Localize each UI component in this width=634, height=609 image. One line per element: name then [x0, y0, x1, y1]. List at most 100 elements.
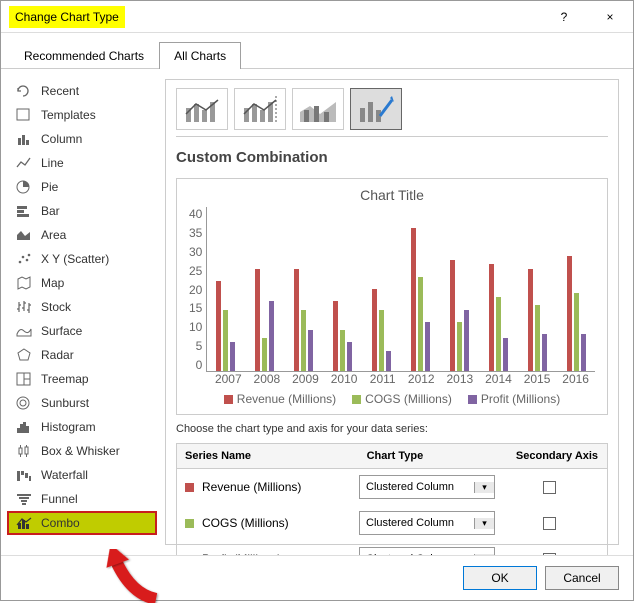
chart-y-axis: 0510152025303540	[189, 207, 206, 372]
chevron-down-icon: ▾	[474, 482, 494, 493]
sidebar-item-column[interactable]: Column	[7, 127, 157, 151]
close-button[interactable]: ×	[587, 1, 633, 33]
subtype-clustered-line-axis[interactable]	[234, 88, 286, 130]
secondary-axis-checkbox-cogs[interactable]	[543, 517, 556, 530]
series-caption: Choose the chart type and axis for your …	[176, 423, 608, 435]
ok-button[interactable]: OK	[463, 566, 537, 590]
sidebar-item-pie[interactable]: Pie	[7, 175, 157, 199]
subtype-row	[176, 88, 608, 137]
stock-icon	[15, 300, 33, 314]
chart-legend: Revenue (Millions)COGS (Millions)Profit …	[189, 392, 595, 406]
line-icon	[15, 156, 33, 170]
sidebar-item-label: Waterfall	[41, 468, 88, 482]
main-panel: Custom Combination Chart Title 051015202…	[165, 79, 619, 545]
sidebar-item-sunburst[interactable]: Sunburst	[7, 391, 157, 415]
sidebar-item-label: X Y (Scatter)	[41, 252, 109, 266]
sidebar-item-boxwhisker[interactable]: Box & Whisker	[7, 439, 157, 463]
header-series-name: Series Name	[177, 444, 359, 468]
chart-type-select-cogs[interactable]: Clustered Column▾	[359, 511, 495, 535]
sidebar-item-templates[interactable]: Templates	[7, 103, 157, 127]
sidebar-item-label: Surface	[41, 324, 82, 338]
sidebar-item-label: Combo	[41, 516, 80, 530]
sidebar-item-label: Map	[41, 276, 64, 290]
titlebar: Change Chart Type ? ×	[1, 1, 633, 33]
sidebar-item-label: Histogram	[41, 420, 96, 434]
header-chart-type: Chart Type	[359, 444, 507, 468]
tab-all-charts[interactable]: All Charts	[159, 42, 241, 69]
sidebar-item-waterfall[interactable]: Waterfall	[7, 463, 157, 487]
templates-icon	[15, 108, 33, 122]
window-title: Change Chart Type	[9, 6, 125, 28]
sidebar-item-treemap[interactable]: Treemap	[7, 367, 157, 391]
funnel-icon	[15, 492, 33, 506]
sidebar-item-label: Treemap	[41, 372, 89, 386]
treemap-icon	[15, 372, 33, 386]
sidebar-item-label: Stock	[41, 300, 71, 314]
sidebar-item-combo[interactable]: Combo	[7, 511, 157, 535]
sidebar-item-area[interactable]: Area	[7, 223, 157, 247]
chart-type-select-revenue[interactable]: Clustered Column▾	[359, 475, 495, 499]
combo-icon	[15, 516, 33, 530]
sidebar-item-map[interactable]: Map	[7, 271, 157, 295]
dialog-footer: OK Cancel	[1, 555, 633, 600]
sidebar-item-label: Sunburst	[41, 396, 89, 410]
series-name: COGS (Millions)	[202, 516, 289, 530]
sidebar-item-label: Column	[41, 132, 82, 146]
help-button[interactable]: ?	[541, 1, 587, 33]
series-swatch-icon	[185, 519, 194, 528]
pie-icon	[15, 180, 33, 194]
sidebar-item-histogram[interactable]: Histogram	[7, 415, 157, 439]
column-icon	[15, 132, 33, 146]
chart-x-axis: 2007200820092010201120122013201420152016	[209, 372, 595, 386]
tab-bar: Recommended Charts All Charts	[1, 33, 633, 69]
chart-plot	[206, 207, 595, 372]
chart-type-sidebar: Recent Templates Column Line Pie Bar Are…	[7, 79, 157, 545]
histogram-icon	[15, 420, 33, 434]
subtype-custom[interactable]	[350, 88, 402, 130]
sidebar-item-label: Area	[41, 228, 66, 242]
sidebar-item-label: Bar	[41, 204, 60, 218]
series-row-revenue: Revenue (Millions) Clustered Column▾	[177, 469, 607, 505]
radar-icon	[15, 348, 33, 362]
series-swatch-icon	[185, 483, 194, 492]
chevron-down-icon: ▾	[474, 518, 494, 529]
sidebar-item-bar[interactable]: Bar	[7, 199, 157, 223]
chart-title: Chart Title	[189, 187, 595, 203]
series-row-cogs: COGS (Millions) Clustered Column▾	[177, 505, 607, 541]
sidebar-item-line[interactable]: Line	[7, 151, 157, 175]
boxwhisker-icon	[15, 444, 33, 458]
sidebar-item-label: Pie	[41, 180, 58, 194]
secondary-axis-checkbox-revenue[interactable]	[543, 481, 556, 494]
sidebar-item-scatter[interactable]: X Y (Scatter)	[7, 247, 157, 271]
tab-recommended[interactable]: Recommended Charts	[9, 42, 159, 69]
sidebar-item-radar[interactable]: Radar	[7, 343, 157, 367]
sidebar-item-label: Recent	[41, 84, 79, 98]
sidebar-item-label: Templates	[41, 108, 96, 122]
chart-type-select-profit[interactable]: Clustered Column▾	[359, 547, 495, 555]
scatter-icon	[15, 252, 33, 266]
subtype-clustered-line[interactable]	[176, 88, 228, 130]
sidebar-item-label: Funnel	[41, 492, 78, 506]
chart-preview[interactable]: Chart Title 0510152025303540 20072008200…	[176, 178, 608, 415]
sidebar-item-funnel[interactable]: Funnel	[7, 487, 157, 511]
subtype-stacked-area[interactable]	[292, 88, 344, 130]
series-table: Series Name Chart Type Secondary Axis Re…	[176, 443, 608, 555]
sidebar-item-stock[interactable]: Stock	[7, 295, 157, 319]
series-name: Revenue (Millions)	[202, 480, 301, 494]
area-icon	[15, 228, 33, 242]
sidebar-item-label: Line	[41, 156, 64, 170]
sidebar-item-label: Radar	[41, 348, 74, 362]
map-icon	[15, 276, 33, 290]
header-secondary-axis: Secondary Axis	[507, 444, 607, 468]
section-title: Custom Combination	[176, 149, 608, 166]
sidebar-item-recent[interactable]: Recent	[7, 79, 157, 103]
sidebar-item-surface[interactable]: Surface	[7, 319, 157, 343]
recent-icon	[15, 84, 33, 98]
waterfall-icon	[15, 468, 33, 482]
sidebar-item-label: Box & Whisker	[41, 444, 120, 458]
sunburst-icon	[15, 396, 33, 410]
change-chart-type-dialog: Change Chart Type ? × Recommended Charts…	[0, 0, 634, 601]
series-row-profit: Profit (Millions) Clustered Column▾	[177, 541, 607, 555]
bar-icon	[15, 204, 33, 218]
cancel-button[interactable]: Cancel	[545, 566, 619, 590]
